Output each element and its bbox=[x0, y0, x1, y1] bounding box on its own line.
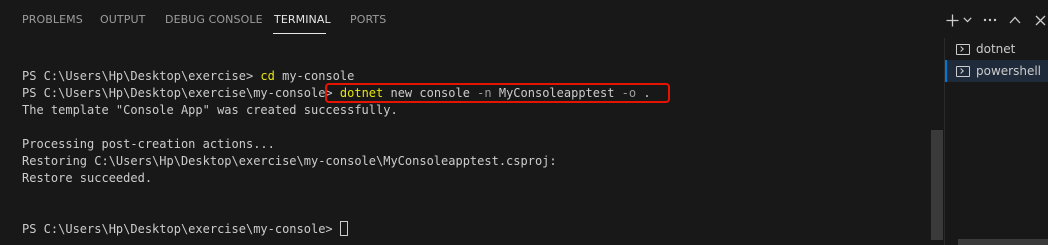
panel-tab-bar: PROBLEMS OUTPUT DEBUG CONSOLE TERMINAL P… bbox=[0, 0, 1048, 38]
chevron-up-icon[interactable] bbox=[1008, 10, 1022, 30]
tab-problems[interactable]: PROBLEMS bbox=[22, 13, 83, 26]
terminal-output[interactable]: PS C:\Users\Hp\Desktop\exercise> cd my-c… bbox=[0, 38, 930, 245]
terminal-icon bbox=[956, 65, 970, 77]
command-highlight-box bbox=[325, 83, 670, 103]
active-tab-indicator bbox=[273, 33, 326, 34]
close-icon[interactable] bbox=[1033, 10, 1047, 30]
terminal-icon bbox=[956, 43, 970, 55]
terminal-line: Restore succeeded. bbox=[22, 171, 153, 185]
ellipsis-icon[interactable] bbox=[982, 10, 998, 30]
tab-debug-console[interactable]: DEBUG CONSOLE bbox=[165, 13, 263, 26]
tab-terminal[interactable]: TERMINAL bbox=[274, 13, 331, 26]
plus-icon[interactable] bbox=[945, 10, 959, 30]
terminal-line: The template "Console App" was created s… bbox=[22, 103, 398, 117]
tab-output[interactable]: OUTPUT bbox=[100, 13, 145, 26]
tab-ports[interactable]: PORTS bbox=[350, 13, 386, 26]
terminal-prompt-line: PS C:\Users\Hp\Desktop\exercise\my-conso… bbox=[22, 221, 348, 238]
terminal-list: dotnet powershell bbox=[944, 38, 1048, 245]
terminal-line: Processing post-creation actions... bbox=[22, 137, 275, 151]
terminal-item-label: powershell bbox=[976, 64, 1041, 78]
terminal-item-powershell[interactable]: powershell bbox=[945, 60, 1048, 82]
scrollbar-thumb[interactable] bbox=[931, 130, 943, 240]
terminal-line: PS C:\Users\Hp\Desktop\exercise> cd my-c… bbox=[22, 69, 355, 83]
terminal-item-dotnet[interactable]: dotnet bbox=[945, 38, 1048, 60]
terminal-line: Restoring C:\Users\Hp\Desktop\exercise\m… bbox=[22, 154, 557, 168]
terminal-item-label: dotnet bbox=[976, 42, 1016, 56]
horizontal-scrollbar[interactable] bbox=[958, 239, 1048, 245]
chevron-down-icon[interactable] bbox=[962, 10, 972, 30]
terminal-cursor bbox=[339, 221, 348, 236]
